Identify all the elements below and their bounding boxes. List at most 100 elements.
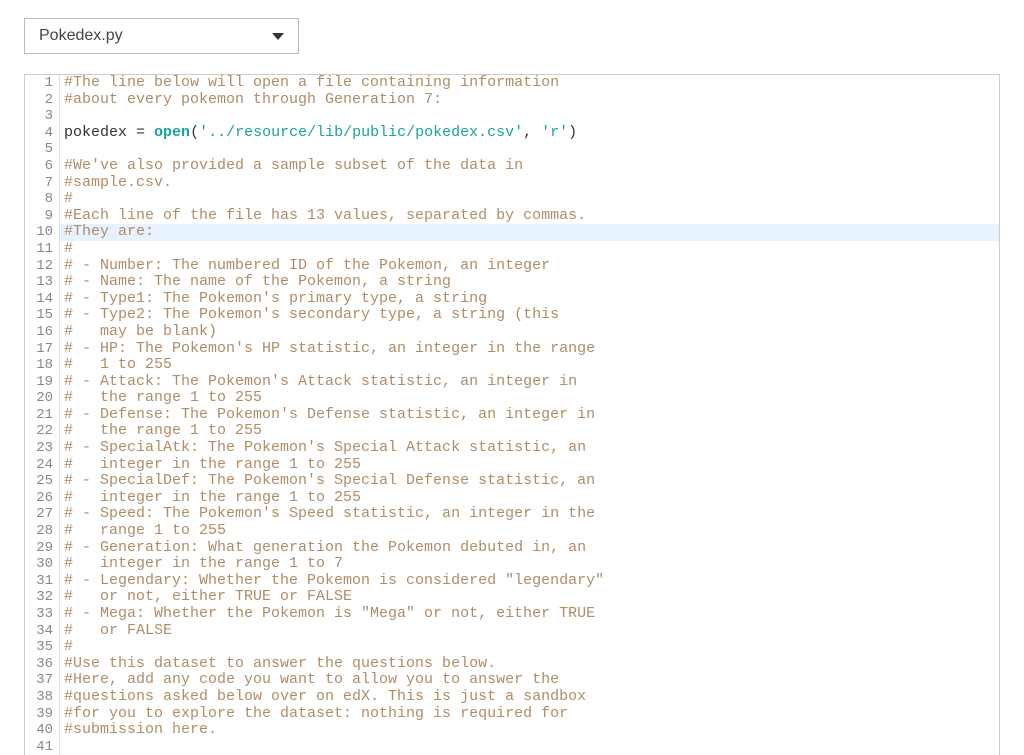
code-content[interactable]: #Here, add any code you want to allow yo… (60, 672, 999, 689)
code-line[interactable]: 23# - SpecialAtk: The Pokemon's Special … (25, 440, 999, 457)
code-line[interactable]: 26# integer in the range 1 to 255 (25, 490, 999, 507)
code-content[interactable]: pokedex = open('../resource/lib/public/p… (60, 125, 999, 142)
code-content[interactable]: # or not, either TRUE or FALSE (60, 589, 999, 606)
code-line[interactable]: 38#questions asked below over on edX. Th… (25, 689, 999, 706)
code-line[interactable]: 12# - Number: The numbered ID of the Pok… (25, 258, 999, 275)
code-content[interactable]: # - SpecialAtk: The Pokemon's Special At… (60, 440, 999, 457)
code-line[interactable]: 2#about every pokemon through Generation… (25, 92, 999, 109)
token-comment: #questions asked below over on edX. This… (64, 688, 586, 705)
code-content[interactable]: # integer in the range 1 to 255 (60, 490, 999, 507)
code-line[interactable]: 15# - Type2: The Pokemon's secondary typ… (25, 307, 999, 324)
code-content[interactable]: # or FALSE (60, 623, 999, 640)
code-line[interactable]: 39#for you to explore the dataset: nothi… (25, 706, 999, 723)
code-line[interactable]: 32# or not, either TRUE or FALSE (25, 589, 999, 606)
code-content[interactable]: #for you to explore the dataset: nothing… (60, 706, 999, 723)
code-line[interactable]: 30# integer in the range 1 to 7 (25, 556, 999, 573)
code-line[interactable]: 36#Use this dataset to answer the questi… (25, 656, 999, 673)
code-content[interactable]: #about every pokemon through Generation … (60, 92, 999, 109)
code-line[interactable]: 19# - Attack: The Pokemon's Attack stati… (25, 374, 999, 391)
code-content[interactable]: # - Type1: The Pokemon's primary type, a… (60, 291, 999, 308)
code-content[interactable] (60, 739, 999, 755)
code-line[interactable]: 24# integer in the range 1 to 255 (25, 457, 999, 474)
code-content[interactable]: # - Type2: The Pokemon's secondary type,… (60, 307, 999, 324)
code-content[interactable]: #The line below will open a file contain… (60, 75, 999, 92)
code-content[interactable]: #Each line of the file has 13 values, se… (60, 208, 999, 225)
code-content[interactable]: #sample.csv. (60, 175, 999, 192)
code-editor[interactable]: 1#The line below will open a file contai… (24, 74, 1000, 755)
code-line[interactable]: 22# the range 1 to 255 (25, 423, 999, 440)
code-content[interactable]: # 1 to 255 (60, 357, 999, 374)
code-content[interactable]: #We've also provided a sample subset of … (60, 158, 999, 175)
code-line[interactable]: 27# - Speed: The Pokemon's Speed statist… (25, 506, 999, 523)
code-line[interactable]: 29# - Generation: What generation the Po… (25, 540, 999, 557)
line-number: 30 (25, 556, 60, 573)
code-content[interactable]: #questions asked below over on edX. This… (60, 689, 999, 706)
code-line[interactable]: 13# - Name: The name of the Pokemon, a s… (25, 274, 999, 291)
line-number: 39 (25, 706, 60, 723)
file-dropdown[interactable]: Pokedex.py (24, 18, 299, 54)
code-line[interactable]: 35# (25, 639, 999, 656)
code-content[interactable]: #They are: (60, 224, 999, 241)
line-number: 41 (25, 739, 60, 755)
token-comment: # - Speed: The Pokemon's Speed statistic… (64, 505, 595, 522)
code-content[interactable]: # (60, 639, 999, 656)
token-comment: # range 1 to 255 (64, 522, 226, 539)
code-line[interactable]: 25# - SpecialDef: The Pokemon's Special … (25, 473, 999, 490)
code-line[interactable]: 7#sample.csv. (25, 175, 999, 192)
code-line[interactable]: 8# (25, 191, 999, 208)
code-line[interactable]: 20# the range 1 to 255 (25, 390, 999, 407)
line-number: 13 (25, 274, 60, 291)
token-comment: # - Legendary: Whether the Pokemon is co… (64, 572, 604, 589)
code-line[interactable]: 5 (25, 141, 999, 158)
code-content[interactable]: # - Legendary: Whether the Pokemon is co… (60, 573, 999, 590)
line-number: 11 (25, 241, 60, 258)
code-content[interactable]: # (60, 191, 999, 208)
code-content[interactable]: # integer in the range 1 to 255 (60, 457, 999, 474)
code-line[interactable]: 31# - Legendary: Whether the Pokemon is … (25, 573, 999, 590)
code-content[interactable]: # the range 1 to 255 (60, 423, 999, 440)
line-number: 25 (25, 473, 60, 490)
code-content[interactable]: # - HP: The Pokemon's HP statistic, an i… (60, 341, 999, 358)
code-content[interactable]: # the range 1 to 255 (60, 390, 999, 407)
code-line[interactable]: 41 (25, 739, 999, 755)
code-line[interactable]: 14# - Type1: The Pokemon's primary type,… (25, 291, 999, 308)
code-line[interactable]: 16# may be blank) (25, 324, 999, 341)
line-number: 7 (25, 175, 60, 192)
code-content[interactable] (60, 141, 999, 158)
code-line[interactable]: 37#Here, add any code you want to allow … (25, 672, 999, 689)
code-line[interactable]: 1#The line below will open a file contai… (25, 75, 999, 92)
code-content[interactable]: #submission here. (60, 722, 999, 739)
code-line[interactable]: 3 (25, 108, 999, 125)
code-line[interactable]: 10#They are: (25, 224, 999, 241)
code-content[interactable]: # may be blank) (60, 324, 999, 341)
line-number: 21 (25, 407, 60, 424)
code-content[interactable]: # - Defense: The Pokemon's Defense stati… (60, 407, 999, 424)
code-content[interactable]: #Use this dataset to answer the question… (60, 656, 999, 673)
token-comment: # or not, either TRUE or FALSE (64, 588, 352, 605)
code-content[interactable]: # - Speed: The Pokemon's Speed statistic… (60, 506, 999, 523)
code-content[interactable]: # - Number: The numbered ID of the Pokem… (60, 258, 999, 275)
code-content[interactable]: # (60, 241, 999, 258)
code-content[interactable] (60, 108, 999, 125)
code-content[interactable]: # - Generation: What generation the Poke… (60, 540, 999, 557)
line-number: 4 (25, 125, 60, 142)
code-line[interactable]: 18# 1 to 255 (25, 357, 999, 374)
code-line[interactable]: 6#We've also provided a sample subset of… (25, 158, 999, 175)
line-number: 36 (25, 656, 60, 673)
code-line[interactable]: 28# range 1 to 255 (25, 523, 999, 540)
code-content[interactable]: # - Mega: Whether the Pokemon is "Mega" … (60, 606, 999, 623)
code-content[interactable]: # - Name: The name of the Pokemon, a str… (60, 274, 999, 291)
code-line[interactable]: 4pokedex = open('../resource/lib/public/… (25, 125, 999, 142)
code-line[interactable]: 9#Each line of the file has 13 values, s… (25, 208, 999, 225)
code-line[interactable]: 17# - HP: The Pokemon's HP statistic, an… (25, 341, 999, 358)
code-content[interactable]: # integer in the range 1 to 7 (60, 556, 999, 573)
code-line[interactable]: 33# - Mega: Whether the Pokemon is "Mega… (25, 606, 999, 623)
token-comment: # integer in the range 1 to 7 (64, 555, 343, 572)
code-line[interactable]: 21# - Defense: The Pokemon's Defense sta… (25, 407, 999, 424)
code-content[interactable]: # - SpecialDef: The Pokemon's Special De… (60, 473, 999, 490)
code-line[interactable]: 34# or FALSE (25, 623, 999, 640)
code-line[interactable]: 11# (25, 241, 999, 258)
code-line[interactable]: 40#submission here. (25, 722, 999, 739)
code-content[interactable]: # range 1 to 255 (60, 523, 999, 540)
code-content[interactable]: # - Attack: The Pokemon's Attack statist… (60, 374, 999, 391)
